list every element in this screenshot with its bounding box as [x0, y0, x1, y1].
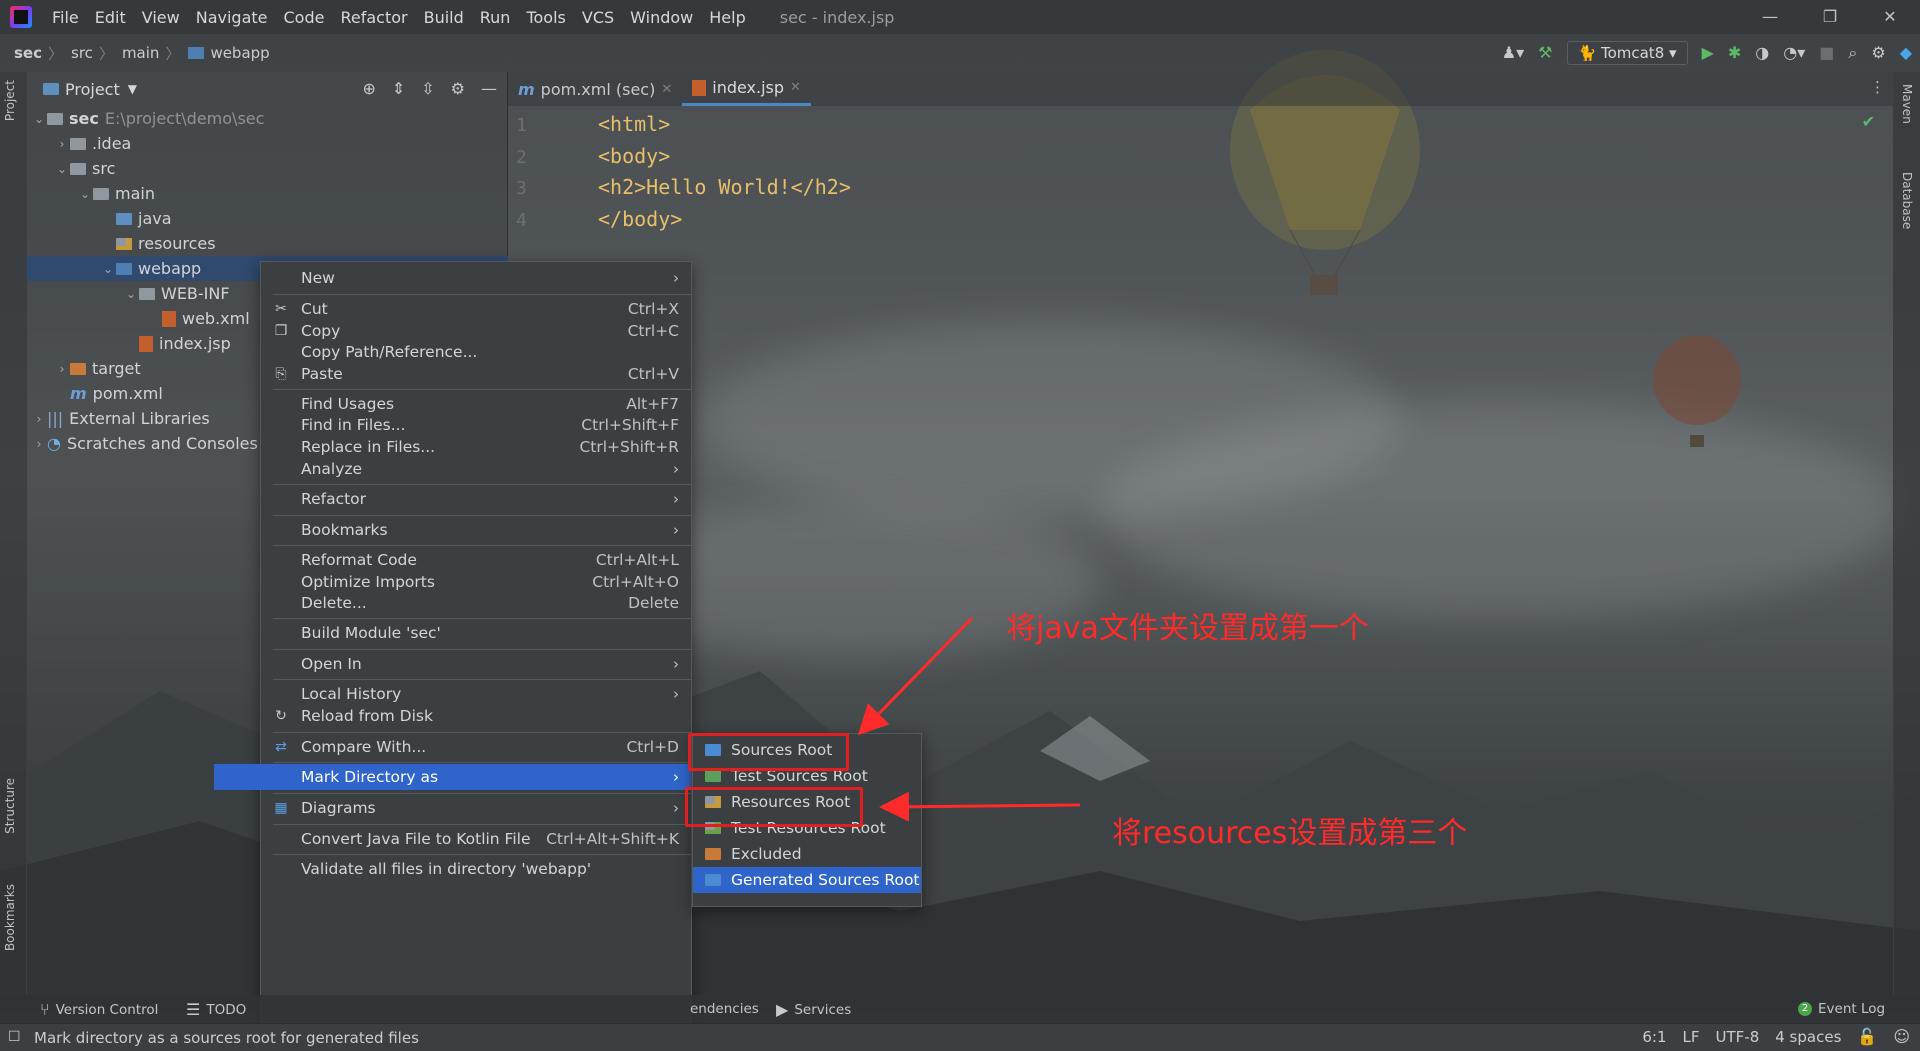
event-log-button[interactable]: 2 Event Log — [1798, 1001, 1885, 1017]
services-button[interactable]: ▶ Services — [776, 1001, 851, 1019]
annotation-arrows — [857, 616, 1081, 822]
version-control-button[interactable]: ⑂ Version Control — [40, 1001, 158, 1019]
notifications-icon[interactable]: ☺ — [1893, 1028, 1910, 1046]
event-count-badge: 2 — [1798, 1002, 1812, 1016]
lock-icon[interactable]: 🔓 — [1857, 1028, 1877, 1046]
branch-icon: ⑂ — [40, 1000, 50, 1019]
services-icon: ▶ — [776, 1000, 789, 1019]
line-separator[interactable]: LF — [1683, 1028, 1700, 1046]
status-bar: ☐ Mark directory as a sources root for g… — [0, 1023, 1920, 1051]
status-toggle-icon[interactable]: ☐ — [8, 1028, 21, 1046]
caret-position[interactable]: 6:1 — [1642, 1028, 1666, 1046]
annotation-note-java: 将java文件夹设置成第一个 — [1006, 611, 1369, 646]
indent-setting[interactable]: 4 spaces — [1775, 1028, 1841, 1046]
bottom-tool-bar: ⑂ Version Control ☰ TODO endencies ▶ Servic… — [0, 995, 1920, 1023]
todo-button[interactable]: ☰ TODO — [186, 1001, 246, 1019]
file-encoding[interactable]: UTF-8 — [1716, 1028, 1760, 1046]
list-icon: ☰ — [186, 1000, 201, 1019]
dependencies-button[interactable]: endencies — [690, 1001, 759, 1017]
status-message: Mark directory as a sources root for gen… — [34, 1028, 419, 1047]
annotation-note-resources: 将resources设置成第三个 — [1112, 816, 1468, 851]
